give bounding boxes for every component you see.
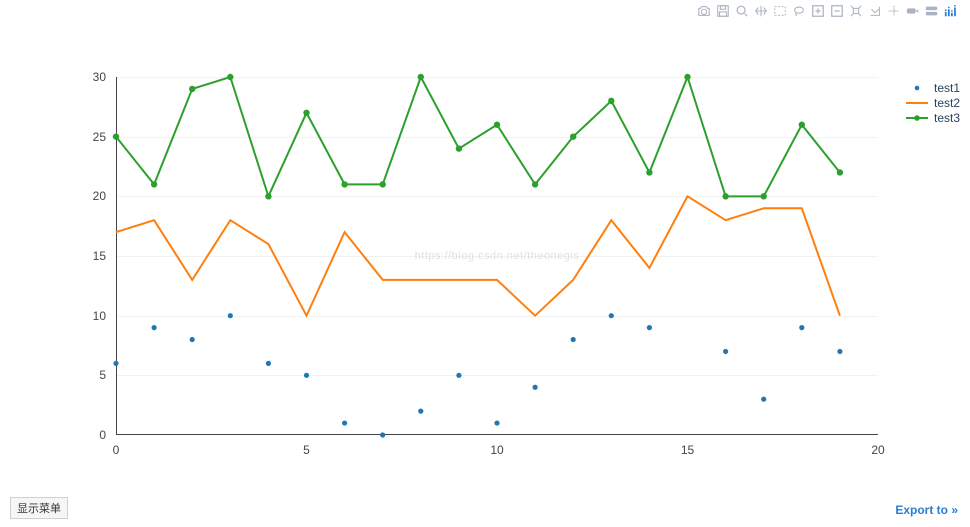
hover-closest-icon[interactable] [906, 4, 920, 18]
x-tick: 15 [681, 443, 694, 457]
series-marker-test3 [494, 122, 500, 128]
y-tick: 5 [99, 368, 106, 382]
series-marker-test3 [837, 169, 843, 175]
series-marker-test1 [723, 349, 728, 354]
series-marker-test1 [380, 432, 385, 437]
series-marker-test3 [113, 133, 119, 139]
legend-swatch-line [906, 98, 928, 108]
series-marker-test3 [265, 193, 271, 199]
x-tick: 10 [490, 443, 503, 457]
y-tick: 0 [99, 428, 106, 442]
autoscale-icon[interactable] [849, 4, 863, 18]
plot-area[interactable]: https://blog.csdn.net/theonegis 05101520… [116, 77, 878, 435]
camera-icon[interactable] [697, 4, 711, 18]
plot-svg [116, 77, 878, 435]
zoom-icon[interactable] [735, 4, 749, 18]
spike-lines-icon[interactable] [887, 4, 901, 18]
series-marker-test1 [418, 409, 423, 414]
series-marker-test1 [152, 325, 157, 330]
series-marker-test3 [646, 169, 652, 175]
y-tick: 20 [93, 189, 106, 203]
series-marker-test3 [608, 98, 614, 104]
legend-label: test3 [934, 111, 960, 125]
legend-swatch-line-marker [906, 113, 928, 123]
series-marker-test3 [341, 181, 347, 187]
series-marker-test3 [151, 181, 157, 187]
series-marker-test1 [571, 337, 576, 342]
hover-compare-icon[interactable] [925, 4, 939, 18]
series-marker-test1 [761, 397, 766, 402]
box-select-icon[interactable] [773, 4, 787, 18]
series-marker-test1 [837, 349, 842, 354]
series-marker-test3 [761, 193, 767, 199]
lasso-select-icon[interactable] [792, 4, 806, 18]
series-marker-test1 [533, 385, 538, 390]
export-link[interactable]: Export to » [895, 503, 958, 517]
series-marker-test1 [228, 313, 233, 318]
legend-item-test3[interactable]: test3 [906, 110, 960, 125]
zoom-in-icon[interactable] [811, 4, 825, 18]
show-menu-button[interactable]: 显示菜单 [10, 497, 68, 519]
legend-label: test1 [934, 81, 960, 95]
legend-item-test1[interactable]: test1 [906, 80, 960, 95]
legend: test1 test2 test3 [906, 80, 960, 125]
legend-label: test2 [934, 96, 960, 110]
series-marker-test3 [799, 122, 805, 128]
series-marker-test3 [570, 133, 576, 139]
legend-swatch-scatter [906, 83, 928, 93]
series-marker-test1 [190, 337, 195, 342]
series-line-test2 [116, 196, 840, 315]
series-marker-test3 [532, 181, 538, 187]
y-tick: 10 [93, 309, 106, 323]
y-tick: 15 [93, 249, 106, 263]
series-marker-test1 [609, 313, 614, 318]
x-tick: 0 [113, 443, 120, 457]
series-marker-test1 [799, 325, 804, 330]
series-marker-test1 [304, 373, 309, 378]
series-marker-test1 [494, 420, 499, 425]
y-tick: 25 [93, 130, 106, 144]
reset-axes-icon[interactable] [868, 4, 882, 18]
series-marker-test3 [189, 86, 195, 92]
series-marker-test3 [227, 74, 233, 80]
page: https://blog.csdn.net/theonegis 05101520… [0, 0, 970, 527]
series-marker-test3 [380, 181, 386, 187]
series-marker-test1 [113, 361, 118, 366]
plot-toolbar [697, 4, 958, 18]
series-marker-test1 [456, 373, 461, 378]
pan-icon[interactable] [754, 4, 768, 18]
series-marker-test1 [647, 325, 652, 330]
plotly-logo-icon[interactable] [944, 4, 958, 18]
series-marker-test1 [266, 361, 271, 366]
series-marker-test3 [418, 74, 424, 80]
zoom-out-icon[interactable] [830, 4, 844, 18]
series-marker-test3 [684, 74, 690, 80]
series-marker-test3 [303, 110, 309, 116]
y-tick: 30 [93, 70, 106, 84]
x-tick: 5 [303, 443, 310, 457]
legend-item-test2[interactable]: test2 [906, 95, 960, 110]
x-tick: 20 [871, 443, 884, 457]
series-line-test3 [116, 77, 840, 196]
series-marker-test3 [456, 145, 462, 151]
series-marker-test3 [722, 193, 728, 199]
series-marker-test1 [342, 420, 347, 425]
save-icon[interactable] [716, 4, 730, 18]
